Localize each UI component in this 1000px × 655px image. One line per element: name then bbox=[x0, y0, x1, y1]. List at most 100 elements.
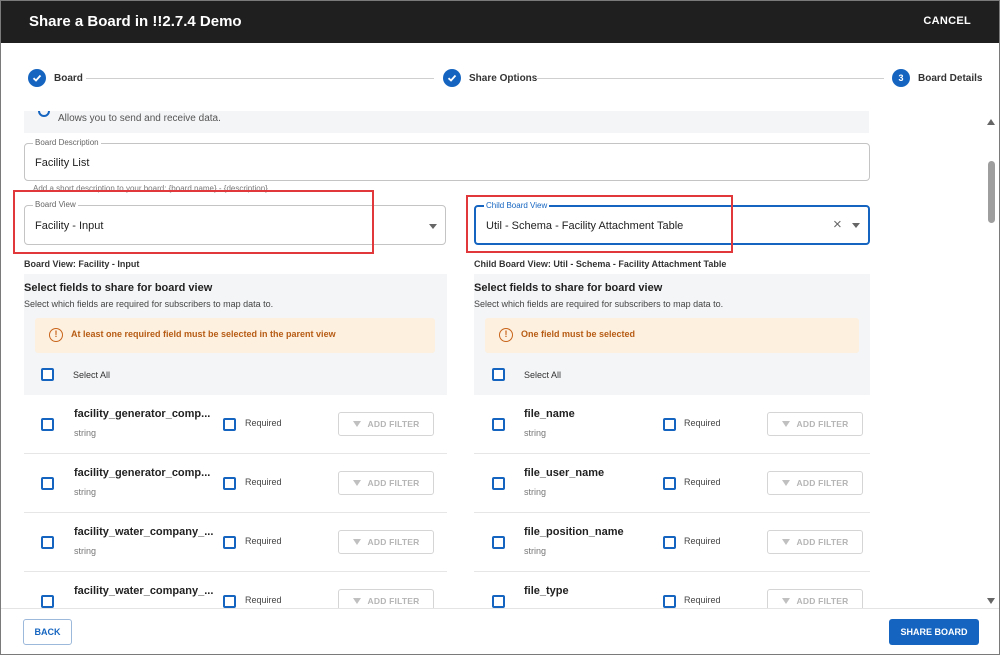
highlight-box bbox=[466, 195, 733, 253]
chevron-down-icon[interactable] bbox=[852, 223, 860, 228]
field-name: file_name bbox=[524, 408, 575, 420]
add-filter-button[interactable]: ADD FILTER bbox=[767, 589, 863, 608]
required-checkbox[interactable] bbox=[223, 418, 236, 431]
field-checkbox[interactable] bbox=[41, 477, 54, 490]
warning-icon: ! bbox=[49, 328, 63, 342]
field-type: string bbox=[524, 428, 547, 438]
required-checkbox[interactable] bbox=[223, 536, 236, 549]
add-filter-label: ADD FILTER bbox=[796, 596, 849, 606]
field-name: facility_generator_comp... bbox=[74, 408, 211, 420]
chevron-down-icon[interactable] bbox=[429, 224, 437, 229]
warning-alert: ! At least one required field must be se… bbox=[35, 318, 435, 353]
select-all-checkbox[interactable] bbox=[492, 368, 505, 381]
child-board-view-fields-panel: Select fields to share for board view Se… bbox=[474, 274, 870, 608]
field-row: file_user_name string Required ADD FILTE… bbox=[474, 454, 870, 513]
filter-icon bbox=[352, 480, 361, 486]
filter-icon bbox=[781, 480, 790, 486]
step-label: Board bbox=[54, 72, 83, 84]
filter-icon bbox=[781, 421, 790, 427]
field-checkbox[interactable] bbox=[492, 477, 505, 490]
field-checkbox[interactable] bbox=[492, 418, 505, 431]
select-all-checkbox[interactable] bbox=[41, 368, 54, 381]
field-type: string bbox=[524, 487, 547, 497]
field-name: facility_generator_comp... bbox=[74, 467, 211, 479]
step-board: Board bbox=[28, 69, 83, 87]
clear-icon[interactable]: × bbox=[833, 216, 842, 233]
step-share-options: Share Options bbox=[443, 69, 537, 87]
back-button[interactable]: BACK bbox=[23, 619, 72, 645]
dialog-title: Share a Board in !!2.7.4 Demo bbox=[29, 13, 242, 30]
field-type: string bbox=[74, 428, 97, 438]
filter-icon bbox=[781, 598, 790, 604]
field-name: file_type bbox=[524, 585, 569, 597]
add-filter-button[interactable]: ADD FILTER bbox=[767, 530, 863, 554]
add-filter-button[interactable]: ADD FILTER bbox=[767, 471, 863, 495]
add-filter-button[interactable]: ADD FILTER bbox=[338, 412, 434, 436]
add-filter-button[interactable]: ADD FILTER bbox=[338, 530, 434, 554]
select-all-label: Select All bbox=[73, 370, 111, 380]
panel-title: Select fields to share for board view bbox=[474, 282, 663, 294]
field-row: file_position_name string Required ADD F… bbox=[474, 513, 870, 572]
field-checkbox[interactable] bbox=[492, 595, 505, 608]
board-description-field[interactable]: Board Description Facility List bbox=[24, 138, 870, 181]
required-label: Required bbox=[245, 418, 282, 428]
required-checkbox[interactable] bbox=[663, 418, 676, 431]
required-checkbox[interactable] bbox=[223, 595, 236, 608]
select-all-label: Select All bbox=[524, 370, 562, 380]
highlight-box bbox=[13, 190, 374, 254]
field-row: facility_generator_comp... string Requir… bbox=[24, 454, 447, 513]
dialog-header: Share a Board in !!2.7.4 Demo CANCEL bbox=[1, 1, 999, 43]
field-checkbox[interactable] bbox=[41, 418, 54, 431]
scroll-up-arrow-icon[interactable] bbox=[987, 119, 995, 125]
panel-subtitle: Select which fields are required for sub… bbox=[24, 299, 274, 309]
field-row: facility_water_company_... Required ADD … bbox=[24, 572, 447, 608]
share-board-button[interactable]: SHARE BOARD bbox=[889, 619, 979, 645]
field-type: string bbox=[74, 487, 97, 497]
panel-subtitle: Select which fields are required for sub… bbox=[474, 299, 724, 309]
warning-icon: ! bbox=[499, 328, 513, 342]
field-row: file_type Required ADD FILTER bbox=[474, 572, 870, 608]
add-filter-label: ADD FILTER bbox=[367, 478, 420, 488]
check-icon bbox=[28, 69, 46, 87]
dialog-footer: BACK SHARE BOARD bbox=[1, 608, 999, 654]
step-label: Board Details bbox=[918, 72, 983, 84]
field-checkbox[interactable] bbox=[41, 595, 54, 608]
stepper: Board Share Options 3 Board Details bbox=[1, 43, 999, 111]
vertical-scrollbar[interactable] bbox=[985, 111, 997, 608]
add-filter-label: ADD FILTER bbox=[796, 419, 849, 429]
required-label: Required bbox=[684, 418, 721, 428]
field-row: facility_generator_comp... string Requir… bbox=[24, 395, 447, 454]
filter-icon bbox=[352, 539, 361, 545]
filter-icon bbox=[352, 598, 361, 604]
scrollbar-thumb[interactable] bbox=[988, 161, 995, 223]
field-row: file_name string Required ADD FILTER bbox=[474, 395, 870, 454]
add-filter-button[interactable]: ADD FILTER bbox=[767, 412, 863, 436]
scroll-down-arrow-icon[interactable] bbox=[987, 598, 995, 604]
required-checkbox[interactable] bbox=[663, 595, 676, 608]
field-row: facility_water_company_... string Requir… bbox=[24, 513, 447, 572]
dialog-content[interactable]: Allows you to send and receive data. Boa… bbox=[1, 111, 986, 608]
alert-text: One field must be selected bbox=[521, 329, 636, 339]
step-board-details: 3 Board Details bbox=[892, 69, 982, 87]
field-type: string bbox=[74, 546, 97, 556]
alert-text: At least one required field must be sele… bbox=[71, 329, 336, 339]
required-checkbox[interactable] bbox=[223, 477, 236, 490]
panel-title: Select fields to share for board view bbox=[24, 282, 213, 294]
board-description-value: Facility List bbox=[35, 157, 90, 169]
cancel-button[interactable]: CANCEL bbox=[923, 15, 971, 27]
child-board-view-caption: Child Board View: Util - Schema - Facili… bbox=[474, 259, 727, 269]
radio-icon[interactable] bbox=[38, 111, 50, 117]
share-option-description: Allows you to send and receive data. bbox=[58, 113, 221, 124]
required-label: Required bbox=[245, 595, 282, 605]
add-filter-button[interactable]: ADD FILTER bbox=[338, 471, 434, 495]
add-filter-button[interactable]: ADD FILTER bbox=[338, 589, 434, 608]
field-name: file_user_name bbox=[524, 467, 605, 479]
required-checkbox[interactable] bbox=[663, 477, 676, 490]
required-checkbox[interactable] bbox=[663, 536, 676, 549]
field-checkbox[interactable] bbox=[41, 536, 54, 549]
field-checkbox[interactable] bbox=[492, 536, 505, 549]
add-filter-label: ADD FILTER bbox=[796, 478, 849, 488]
board-view-fields-panel: Select fields to share for board view Se… bbox=[24, 274, 447, 608]
step-label: Share Options bbox=[469, 72, 538, 84]
add-filter-label: ADD FILTER bbox=[367, 419, 420, 429]
